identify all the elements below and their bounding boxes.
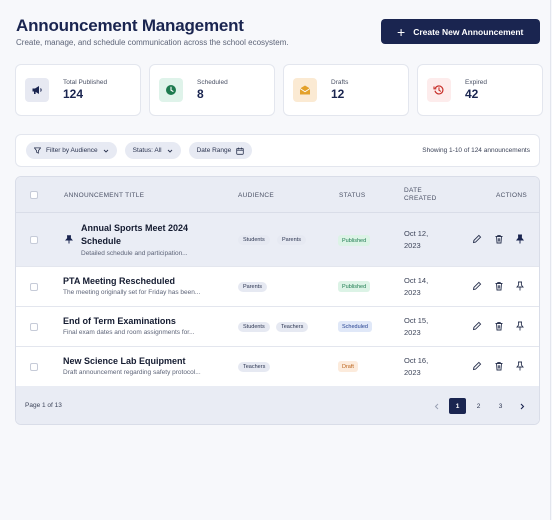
edit-icon[interactable] xyxy=(472,361,482,371)
app-frame: Announcement Management Create, manage, … xyxy=(0,0,551,520)
announcement-description: Draft announcement regarding safety prot… xyxy=(63,369,201,376)
column-header-audience: AUDIENCE xyxy=(238,192,274,199)
table-row[interactable]: New Science Lab Equipment Draft announce… xyxy=(16,347,539,386)
page-header: Announcement Management Create, manage, … xyxy=(16,16,289,47)
date-created: Oct 12, 2023 xyxy=(404,229,429,250)
announcement-title[interactable]: PTA Meeting Rescheduled xyxy=(63,275,175,288)
create-announcement-button[interactable]: + Create New Announcement xyxy=(381,19,540,44)
delete-icon[interactable] xyxy=(494,321,504,331)
chevron-down-icon xyxy=(167,149,172,153)
date-created: Oct 16, 2023 xyxy=(404,356,429,377)
stat-card-published: Total Published 124 xyxy=(15,64,141,116)
table-footer: Page 1 of 13 1 2 3 xyxy=(16,386,539,424)
audience-filter[interactable]: Filter by Audience xyxy=(26,142,117,159)
page-button-2[interactable]: 2 xyxy=(470,398,487,414)
page-button-1[interactable]: 1 xyxy=(449,398,466,414)
envelope-icon xyxy=(293,78,317,102)
select-all-checkbox[interactable] xyxy=(30,191,38,199)
stat-card-drafts: Drafts 12 xyxy=(283,64,409,116)
audience-tag: Parents xyxy=(277,235,306,245)
filter-icon xyxy=(34,147,41,154)
stat-label: Total Published xyxy=(63,79,108,86)
stat-card-expired: Expired 42 xyxy=(417,64,543,116)
stat-value: 42 xyxy=(465,87,479,101)
stat-card-scheduled: Scheduled 8 xyxy=(149,64,275,116)
megaphone-icon xyxy=(25,78,49,102)
audience-tag: Students xyxy=(238,322,270,332)
audience-filter-label: Filter by Audience xyxy=(46,147,98,154)
stat-value: 12 xyxy=(331,87,345,101)
stat-label: Expired xyxy=(465,79,488,86)
audience-tag: Teachers xyxy=(238,362,271,372)
announcements-table: ANNOUNCEMENT TITLE AUDIENCE STATUS DATE … xyxy=(15,176,540,425)
column-header-date: DATE CREATED xyxy=(404,187,437,202)
announcement-title[interactable]: New Science Lab Equipment xyxy=(63,355,186,368)
delete-icon[interactable] xyxy=(494,361,504,371)
status-badge: Published xyxy=(338,281,371,292)
date-created: Oct 15, 2023 xyxy=(404,316,429,337)
pin-outline-icon[interactable] xyxy=(515,321,525,331)
page-button-3[interactable]: 3 xyxy=(492,398,509,414)
calendar-icon xyxy=(236,147,244,155)
pin-outline-icon[interactable] xyxy=(515,361,525,371)
pin-outline-icon[interactable] xyxy=(515,281,525,291)
table-row[interactable]: End of Term Examinations Final exam date… xyxy=(16,307,539,347)
announcement-description: Detailed schedule and participation... xyxy=(81,250,188,257)
announcement-title[interactable]: Annual Sports Meet 2024 Schedule xyxy=(81,222,188,248)
audience-tag: Teachers xyxy=(276,322,309,332)
edit-icon[interactable] xyxy=(472,321,482,331)
create-announcement-label: Create New Announcement xyxy=(413,26,524,37)
column-header-status: STATUS xyxy=(339,192,366,199)
edit-icon[interactable] xyxy=(472,281,482,291)
row-checkbox[interactable] xyxy=(30,236,38,244)
stat-value: 124 xyxy=(63,87,84,101)
column-header-actions: ACTIONS xyxy=(496,192,527,199)
date-created: Oct 14, 2023 xyxy=(404,276,429,297)
pin-icon xyxy=(65,235,73,244)
row-checkbox[interactable] xyxy=(30,323,38,331)
stats-row: Total Published 124 Scheduled 8 Drafts 1… xyxy=(15,64,543,116)
announcement-description: Final exam dates and room assignments fo… xyxy=(63,329,195,336)
status-filter[interactable]: Status: All xyxy=(124,142,181,159)
date-range-filter[interactable]: Date Range xyxy=(188,142,253,159)
page-info: Page 1 of 13 xyxy=(25,402,62,409)
stat-label: Scheduled xyxy=(197,79,228,86)
date-range-label: Date Range xyxy=(196,147,232,154)
column-header-title: ANNOUNCEMENT TITLE xyxy=(64,192,145,199)
delete-icon[interactable] xyxy=(494,281,504,291)
prev-page-icon[interactable] xyxy=(428,398,445,414)
status-badge: Published xyxy=(338,235,371,246)
stat-value: 8 xyxy=(197,87,204,101)
table-row[interactable]: PTA Meeting Rescheduled The meeting orig… xyxy=(16,267,539,307)
row-checkbox[interactable] xyxy=(30,283,38,291)
clock-icon xyxy=(159,78,183,102)
audience-tag: Parents xyxy=(238,282,267,292)
status-badge: Scheduled xyxy=(338,321,372,332)
status-filter-label: Status: All xyxy=(132,147,162,154)
status-badge: Draft xyxy=(338,361,358,372)
filter-bar: Filter by Audience Status: All Date Rang… xyxy=(15,134,540,167)
stat-label: Drafts xyxy=(331,79,349,86)
announcement-description: The meeting originally set for Friday ha… xyxy=(63,289,201,296)
page-subtitle: Create, manage, and schedule communicati… xyxy=(16,38,289,47)
edit-icon[interactable] xyxy=(472,234,482,244)
plus-icon: + xyxy=(397,23,406,40)
audience-tag: Students xyxy=(238,235,270,245)
row-checkbox[interactable] xyxy=(30,363,38,371)
page-title: Announcement Management xyxy=(16,16,244,35)
next-page-icon[interactable] xyxy=(513,398,530,414)
results-count: Showing 1-10 of 124 announcements xyxy=(422,147,530,154)
table-row[interactable]: Annual Sports Meet 2024 Schedule Detailed… xyxy=(16,213,539,267)
history-icon xyxy=(427,78,451,102)
announcement-title[interactable]: End of Term Examinations xyxy=(63,315,176,328)
chevron-down-icon xyxy=(103,149,108,153)
table-header: ANNOUNCEMENT TITLE AUDIENCE STATUS DATE … xyxy=(16,177,539,213)
pin-icon[interactable] xyxy=(515,234,525,244)
delete-icon[interactable] xyxy=(494,234,504,244)
